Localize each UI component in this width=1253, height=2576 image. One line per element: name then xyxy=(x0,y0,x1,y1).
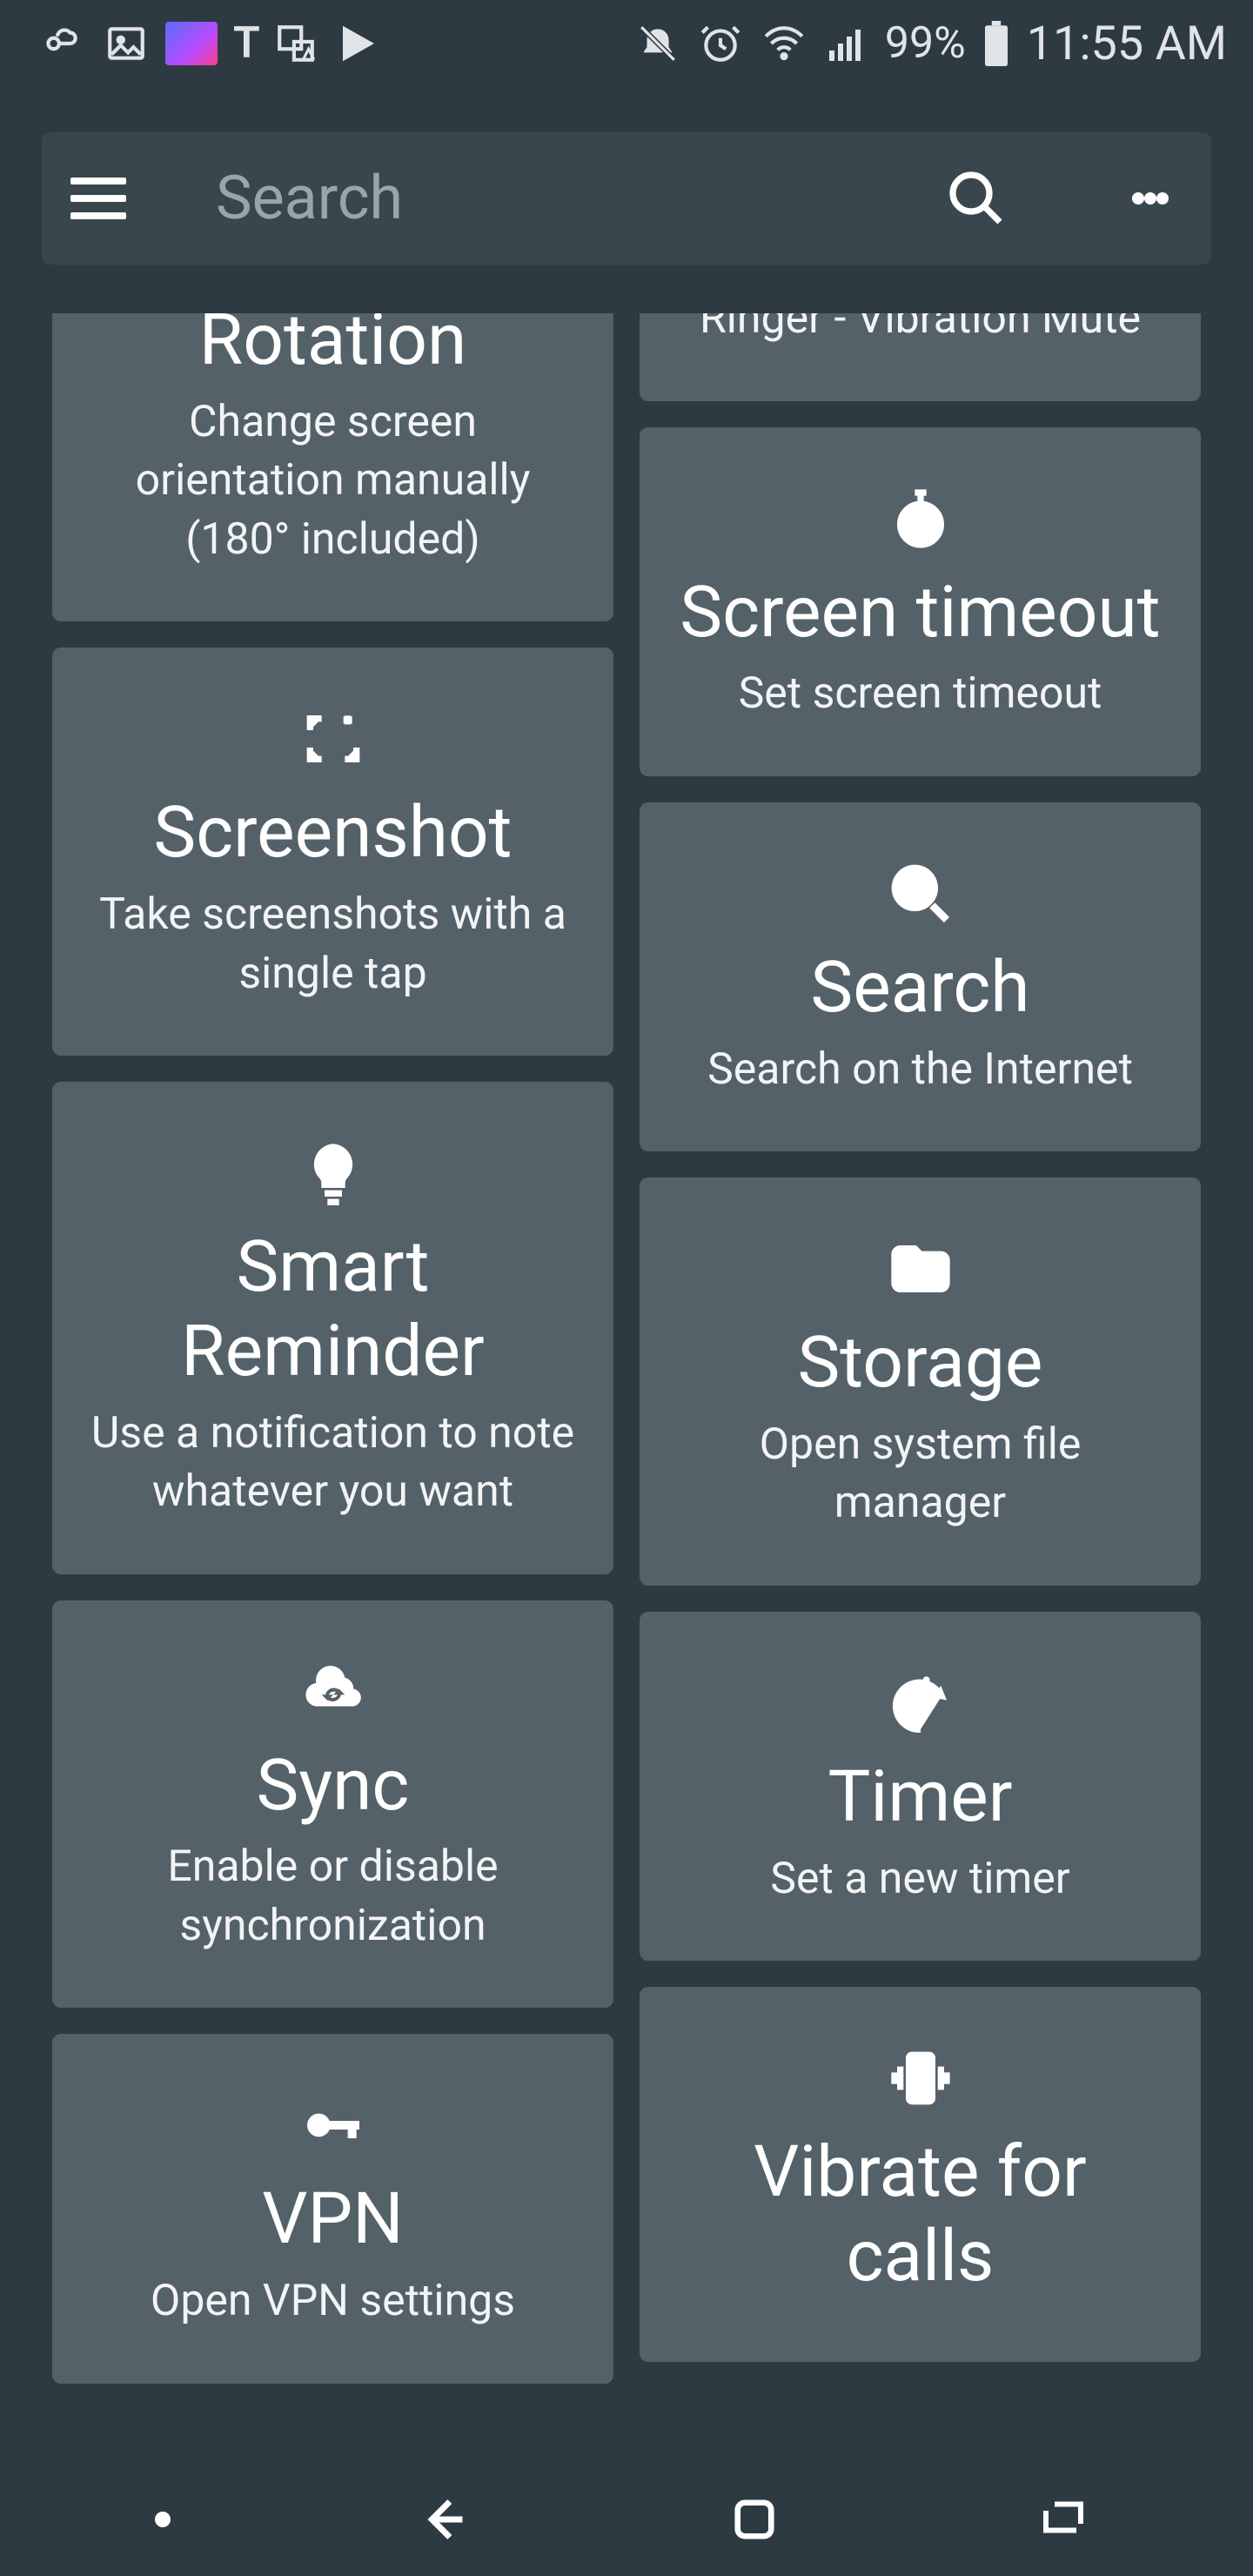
nav-home[interactable] xyxy=(720,2485,789,2554)
menu-button[interactable] xyxy=(68,168,129,229)
key-icon xyxy=(298,2082,368,2169)
card-sub: Search on the Internet xyxy=(707,1041,1133,1100)
card-title: Vibrate for calls xyxy=(674,2130,1166,2299)
weather-icon xyxy=(35,22,87,65)
carrier-icon: T xyxy=(233,18,257,69)
card-title: Screen timeout xyxy=(680,571,1160,655)
sync-icon xyxy=(298,1648,368,1735)
card-sync[interactable]: Sync Enable or disable synchronization xyxy=(52,1600,613,2009)
card-rotation[interactable]: Rotation Change screen orientation manua… xyxy=(52,313,613,621)
search-icon xyxy=(945,167,1008,230)
dot-icon xyxy=(1132,192,1144,205)
status-left: T xyxy=(35,18,382,69)
search-globe-icon xyxy=(886,850,955,937)
card-sub: Set screen timeout xyxy=(739,665,1102,724)
battery-pct: 99% xyxy=(885,18,966,69)
home-icon xyxy=(726,2491,783,2548)
card-sub: Change screen orientation manually (180°… xyxy=(87,393,579,570)
card-title: Timer xyxy=(828,1755,1012,1840)
bulb-icon xyxy=(298,1130,368,1217)
card-sub: Open VPN settings xyxy=(151,2272,515,2331)
nav-back[interactable] xyxy=(410,2485,479,2554)
mute-icon xyxy=(634,22,681,65)
card-vibrate-calls[interactable]: Vibrate for calls xyxy=(640,1987,1201,2362)
card-title: Smart Reminder xyxy=(87,1225,579,1394)
status-right: 99% 11:55 AM xyxy=(634,17,1227,71)
card-vpn[interactable]: VPN Open VPN settings xyxy=(52,2034,613,2383)
timer-icon xyxy=(886,1660,955,1747)
card-title: Screenshot xyxy=(154,791,513,875)
card-screen-timeout[interactable]: Screen timeout Set screen timeout xyxy=(640,427,1201,776)
search-input[interactable]: Search xyxy=(164,163,907,234)
card-title: Storage xyxy=(798,1321,1043,1405)
screenshot-icon xyxy=(298,695,368,782)
gallery-icon xyxy=(103,22,150,65)
status-bar: T 99% 11:55 AM xyxy=(0,0,1253,87)
card-ringer-mute[interactable]: Ringer - Vibration Mute xyxy=(640,313,1201,401)
search-bar[interactable]: Search xyxy=(42,132,1211,265)
card-screenshot[interactable]: Screenshot Take screenshots with a singl… xyxy=(52,647,613,1056)
back-icon xyxy=(414,2489,475,2550)
recent-icon xyxy=(1030,2493,1096,2546)
translate-icon xyxy=(272,22,319,65)
clock: 11:55 AM xyxy=(1027,17,1227,71)
card-sub: Open system file manager xyxy=(674,1416,1166,1533)
card-smart-reminder[interactable]: Smart Reminder Use a notification to not… xyxy=(52,1082,613,1574)
card-title: Rotation xyxy=(199,313,467,383)
card-grid: Rotation Change screen orientation manua… xyxy=(0,313,1253,2384)
card-title: Search xyxy=(811,946,1030,1030)
card-timer[interactable]: Timer Set a new timer xyxy=(640,1612,1201,1961)
card-sub: Use a notification to note whatever you … xyxy=(87,1405,579,1522)
card-sub: Take screenshots with a single tap xyxy=(87,886,579,1003)
amoled-icon xyxy=(165,22,218,65)
nav-indicator xyxy=(155,2512,171,2527)
card-title: VPN xyxy=(262,2177,403,2262)
card-title: Sync xyxy=(257,1744,410,1828)
alarm-icon xyxy=(697,22,744,65)
card-storage[interactable]: Storage Open system file manager xyxy=(640,1177,1201,1586)
app-bar: Search xyxy=(0,132,1253,265)
system-navbar xyxy=(0,2463,1253,2576)
dot-icon xyxy=(1144,192,1156,205)
card-search[interactable]: Search Search on the Internet xyxy=(640,802,1201,1151)
folder-icon xyxy=(886,1225,955,1312)
vibrate-icon xyxy=(886,2035,955,2122)
play-store-icon xyxy=(335,20,382,67)
nav-recent[interactable] xyxy=(1029,2485,1098,2554)
left-column: Rotation Change screen orientation manua… xyxy=(52,313,613,2384)
card-sub: Enable or disable synchronization xyxy=(87,1838,579,1955)
search-button[interactable] xyxy=(941,164,1011,233)
overflow-button[interactable] xyxy=(1116,164,1185,233)
battery-icon xyxy=(982,21,1011,66)
signal-icon xyxy=(824,23,869,64)
card-sub: Ringer - Vibration Mute xyxy=(700,313,1141,349)
wifi-icon xyxy=(760,22,808,65)
dot-icon xyxy=(1156,192,1169,205)
card-sub: Set a new timer xyxy=(770,1850,1069,1909)
stopwatch-icon xyxy=(886,475,955,562)
right-column: Ringer - Vibration Mute Screen timeout S… xyxy=(640,313,1201,2384)
content-region: Rotation Change screen orientation manua… xyxy=(0,313,1253,2463)
